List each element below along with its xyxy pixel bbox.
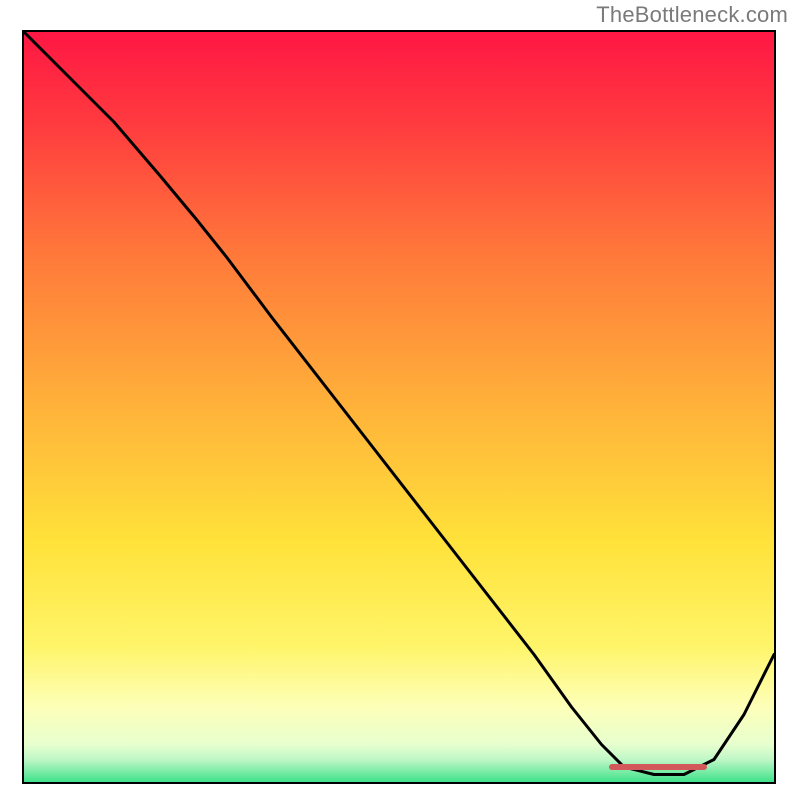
bottleneck-curve [24,32,774,782]
chart-container: TheBottleneck.com [0,0,800,800]
attribution-label: TheBottleneck.com [596,2,788,28]
chart-plot-area [22,30,776,784]
optimal-range-marker [609,764,707,770]
